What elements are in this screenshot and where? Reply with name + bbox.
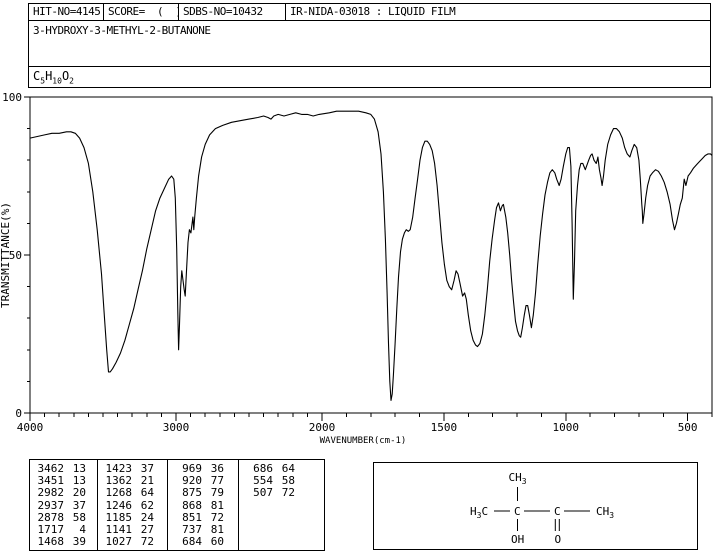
- peak-row: 86881: [168, 500, 238, 512]
- peak-wavenumber: 684: [168, 536, 202, 548]
- peak-intensity: 72: [132, 536, 154, 548]
- peak-intensity: 60: [202, 536, 224, 548]
- x-axis-title: WAVENUMBER(cm-1): [320, 436, 407, 446]
- hit-no-field: HIT-NO=4145: [29, 4, 104, 20]
- peak-row: 102772: [98, 536, 167, 548]
- x-tick-label: 2000: [309, 421, 336, 434]
- plot-frame: [30, 97, 712, 413]
- peak-row: 146839: [30, 536, 97, 548]
- spectrum-id-field: IR-NIDA-03018 : LIQUID FILM: [286, 4, 710, 20]
- peak-row: 50772: [239, 487, 324, 499]
- peak-row: 87579: [168, 487, 238, 499]
- peak-table-column-1: 3462133451132982202937372878581717414683…: [30, 460, 98, 550]
- peak-table: 3462133451132982202937372878581717414683…: [29, 459, 325, 551]
- peak-row: 124662: [98, 500, 167, 512]
- sdbs-ir-card: { "header": { "hit_no": "HIT-NO=4145", "…: [0, 0, 715, 553]
- sdbs-no-field: SDBS-NO=10432: [179, 4, 286, 20]
- peak-intensity: 37: [64, 500, 86, 512]
- peak-wavenumber: 1246: [98, 500, 132, 512]
- molecular-formula: C5H10O2: [29, 66, 710, 87]
- peak-row: 85172: [168, 512, 238, 524]
- structure-label-c1: C: [514, 505, 521, 518]
- peak-row: 68460: [168, 536, 238, 548]
- compound-name: 3-HYDROXY-3-METHYL-2-BUTANONE: [29, 21, 710, 66]
- x-tick-label: 3000: [163, 421, 190, 434]
- peak-intensity: 39: [64, 536, 86, 548]
- peak-table-column-2: 1423371362211268641246621185241141271027…: [98, 460, 168, 550]
- structure-label-left-methyl: H3C: [470, 505, 488, 520]
- peak-intensity: 81: [202, 500, 224, 512]
- y-tick-label: 50: [9, 249, 22, 262]
- peak-row: 73781: [168, 524, 238, 536]
- peak-intensity: 62: [132, 500, 154, 512]
- structure-label-oxygen: O: [555, 533, 562, 546]
- peak-wavenumber: 507: [239, 487, 273, 499]
- peak-wavenumber: 1027: [98, 536, 132, 548]
- x-tick-label: 500: [678, 421, 698, 434]
- structure-label-right-methyl: CH3: [596, 505, 614, 520]
- peak-wavenumber: 875: [168, 487, 202, 499]
- peak-table-column-4: 686645545850772: [239, 460, 324, 550]
- peak-row: 92077: [168, 475, 238, 487]
- peak-row: 126864: [98, 487, 167, 499]
- structure-box: CH3 H3C C C CH3 OH O: [373, 462, 698, 550]
- y-axis-title: TRANSMITTANCE(%): [0, 202, 12, 308]
- y-tick-label: 100: [2, 91, 22, 104]
- peak-row: 293737: [30, 500, 97, 512]
- header-row: HIT-NO=4145 SCORE= ( ) SDBS-NO=10432 IR-…: [29, 4, 710, 21]
- spectrum-curve: [30, 111, 712, 400]
- peak-wavenumber: 868: [168, 500, 202, 512]
- peak-intensity: 20: [64, 487, 86, 499]
- peak-intensity: 72: [273, 487, 295, 499]
- structure-label-c2: C: [554, 505, 561, 518]
- peak-wavenumber: 1268: [98, 487, 132, 499]
- header-box: HIT-NO=4145 SCORE= ( ) SDBS-NO=10432 IR-…: [28, 3, 711, 88]
- x-tick-label: 1000: [553, 421, 580, 434]
- peak-wavenumber: 2937: [30, 500, 64, 512]
- peak-row: 298220: [30, 487, 97, 499]
- structure-label-top-methyl: CH3: [509, 471, 527, 486]
- peak-wavenumber: 2982: [30, 487, 64, 499]
- y-tick-label: 0: [15, 407, 22, 420]
- peak-row: 96936: [168, 463, 238, 475]
- x-tick-label: 4000: [17, 421, 44, 434]
- molecular-structure: CH3 H3C C C CH3 OH O: [374, 463, 697, 549]
- peak-intensity: 79: [202, 487, 224, 499]
- peak-wavenumber: 1468: [30, 536, 64, 548]
- structure-label-hydroxyl: OH: [511, 533, 524, 546]
- x-tick-label: 1500: [431, 421, 458, 434]
- peak-table-column-3: 96936920778757986881851727378168460: [168, 460, 239, 550]
- score-field: SCORE= ( ): [104, 4, 179, 20]
- peak-intensity: 64: [132, 487, 154, 499]
